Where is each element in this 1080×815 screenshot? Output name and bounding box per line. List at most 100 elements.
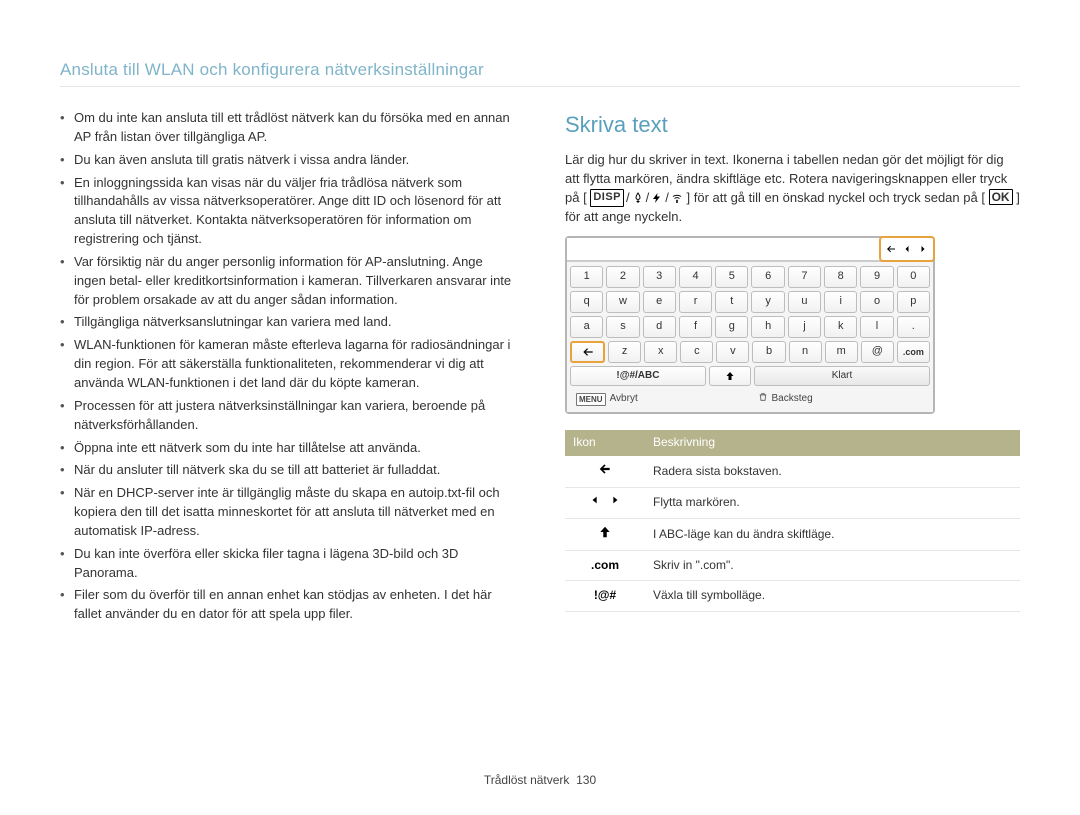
table-header-desc: Beskrivning <box>645 430 1020 455</box>
key-o[interactable]: o <box>860 291 893 313</box>
key-5[interactable]: 5 <box>715 266 748 288</box>
key-m[interactable]: m <box>825 341 858 363</box>
key-a[interactable]: a <box>570 316 603 338</box>
icon-cell-symbols: !@# <box>565 581 645 611</box>
key-f[interactable]: f <box>679 316 712 338</box>
desc-cell: Flytta markören. <box>645 488 1020 518</box>
key-7[interactable]: 7 <box>788 266 821 288</box>
keyboard-function-row: !@#/ABC Klart <box>570 366 930 386</box>
icon-cell-shift <box>565 518 645 550</box>
key-k[interactable]: k <box>824 316 857 338</box>
list-item: Om du inte kan ansluta till ett trådlöst… <box>60 109 515 147</box>
key-backspace-alt[interactable]: Backsteg <box>752 389 931 409</box>
footer-page-number: 130 <box>576 773 596 787</box>
key-p[interactable]: p <box>897 291 930 313</box>
left-column: Om du inte kan ansluta till ett trådlöst… <box>60 109 515 628</box>
cancel-label: Avbryt <box>610 392 638 407</box>
page-header: Ansluta till WLAN och konfigurera nätver… <box>60 60 1020 80</box>
key-z[interactable]: z <box>608 341 641 363</box>
key-6[interactable]: 6 <box>751 266 784 288</box>
disp-icon: DISP <box>590 189 624 207</box>
arrow-left-thick-icon <box>597 462 613 476</box>
table-row: Radera sista bokstaven. <box>565 456 1020 488</box>
key-l[interactable]: l <box>860 316 893 338</box>
triangle-right-icon <box>610 494 620 506</box>
keyboard-bottom-row: MENU Avbryt Backsteg <box>570 389 930 409</box>
table-row: .com Skriv in ".com". <box>565 550 1020 580</box>
keyboard-row-2: q w e r t y u i o p <box>570 291 930 313</box>
table-header-icon: Ikon <box>565 430 645 455</box>
key-q[interactable]: q <box>570 291 603 313</box>
key-8[interactable]: 8 <box>824 266 857 288</box>
key-b[interactable]: b <box>752 341 785 363</box>
cursor-right-icon[interactable] <box>917 243 929 255</box>
key-d[interactable]: d <box>643 316 676 338</box>
backspace-label: Backsteg <box>772 392 813 407</box>
backspace-icon[interactable] <box>885 243 897 255</box>
nav-key-icons: DISP/ / / <box>590 189 683 208</box>
intro-text-b: ] för att gå till en önskad nyckel och t… <box>687 190 985 205</box>
key-w[interactable]: w <box>606 291 639 313</box>
key-done[interactable]: Klart <box>754 366 930 386</box>
desc-cell: Växla till symbolläge. <box>645 581 1020 611</box>
onscreen-keyboard: 1 2 3 4 5 6 7 8 9 0 q w e <box>565 236 935 414</box>
cursor-left-icon[interactable] <box>901 243 913 255</box>
key-cancel[interactable]: MENU Avbryt <box>570 389 749 409</box>
page-footer: Trådlöst nätverk 130 <box>0 773 1080 787</box>
key-backspace[interactable] <box>570 341 605 363</box>
key-mode-toggle[interactable]: !@#/ABC <box>570 366 706 386</box>
key-3[interactable]: 3 <box>643 266 676 288</box>
icon-cell-move-cursor <box>565 488 645 518</box>
key-t[interactable]: t <box>715 291 748 313</box>
key-u[interactable]: u <box>788 291 821 313</box>
keyboard-cursor-controls <box>879 236 935 262</box>
key-1[interactable]: 1 <box>570 266 603 288</box>
wifi-icon <box>671 192 683 204</box>
key-e[interactable]: e <box>643 291 676 313</box>
key-shift[interactable] <box>709 366 751 386</box>
triangle-left-icon <box>590 494 600 506</box>
key-0[interactable]: 0 <box>897 266 930 288</box>
key-s[interactable]: s <box>606 316 639 338</box>
icon-cell-dotcom: .com <box>565 550 645 580</box>
key-at[interactable]: @ <box>861 341 894 363</box>
key-i[interactable]: i <box>824 291 857 313</box>
key-v[interactable]: v <box>716 341 749 363</box>
right-column: Skriva text Lär dig hur du skriver in te… <box>565 109 1020 628</box>
list-item: När du ansluter till nätverk ska du se t… <box>60 461 515 480</box>
key-j[interactable]: j <box>788 316 821 338</box>
keyboard-row-4: z x c v b n m @ .com <box>570 341 930 363</box>
menu-chip-icon: MENU <box>576 393 606 407</box>
key-dotcom[interactable]: .com <box>897 341 930 363</box>
arrow-up-thick-icon <box>597 525 613 539</box>
list-item: Du kan även ansluta till gratis nätverk … <box>60 151 515 170</box>
key-g[interactable]: g <box>715 316 748 338</box>
desc-cell: Radera sista bokstaven. <box>645 456 1020 488</box>
list-item: WLAN-funktionen för kameran måste efterl… <box>60 336 515 393</box>
arrow-left-thick-icon <box>581 345 595 359</box>
key-y[interactable]: y <box>751 291 784 313</box>
keyboard-row-3: a s d f g h j k l . <box>570 316 930 338</box>
key-h[interactable]: h <box>751 316 784 338</box>
key-c[interactable]: c <box>680 341 713 363</box>
key-period[interactable]: . <box>897 316 930 338</box>
list-item: Var försiktig när du anger personlig inf… <box>60 253 515 310</box>
intro-paragraph: Lär dig hur du skriver in text. Ikonerna… <box>565 151 1020 227</box>
key-r[interactable]: r <box>679 291 712 313</box>
trash-icon <box>758 392 768 408</box>
table-row: Flytta markören. <box>565 488 1020 518</box>
key-4[interactable]: 4 <box>679 266 712 288</box>
tips-list: Om du inte kan ansluta till ett trådlöst… <box>60 109 515 624</box>
list-item: En inloggningssida kan visas när du välj… <box>60 174 515 249</box>
arrow-up-thick-icon <box>724 370 736 382</box>
key-x[interactable]: x <box>644 341 677 363</box>
macro-icon <box>632 192 644 204</box>
header-divider <box>60 86 1020 87</box>
list-item: Du kan inte överföra eller skicka filer … <box>60 545 515 583</box>
keyboard-text-field[interactable] <box>567 238 881 260</box>
desc-cell: Skriv in ".com". <box>645 550 1020 580</box>
key-2[interactable]: 2 <box>606 266 639 288</box>
key-n[interactable]: n <box>789 341 822 363</box>
key-9[interactable]: 9 <box>860 266 893 288</box>
list-item: Tillgängliga nätverksanslutningar kan va… <box>60 313 515 332</box>
